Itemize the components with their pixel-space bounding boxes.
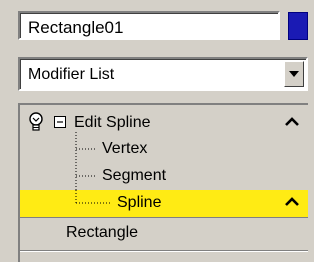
dropdown-arrow-button[interactable] (284, 61, 304, 87)
vertex-label: Vertex (102, 140, 148, 157)
modifier-list-dropdown[interactable]: Modifier List (18, 57, 308, 91)
down-arrow-icon (289, 71, 299, 77)
object-name-field[interactable]: Rectangle01 (18, 11, 280, 40)
segment-label: Segment (102, 167, 167, 184)
tree-branch-spline (75, 190, 112, 204)
stack-separator (20, 217, 308, 218)
stack-item-segment[interactable]: Segment (20, 163, 308, 190)
stack-item-rectangle[interactable]: Rectangle (20, 220, 308, 247)
rectangle-label: Rectangle (66, 224, 139, 241)
command-panel: Rectangle01 Modifier List Edit Spline Ve… (0, 0, 314, 262)
modifier-list-label: Modifier List (28, 66, 115, 83)
chevron-up-icon[interactable] (284, 116, 300, 127)
modifier-stack: Edit Spline Vertex Segment Spline Rectan… (18, 103, 308, 262)
object-name-text: Rectangle01 (28, 18, 124, 37)
stack-item-vertex[interactable]: Vertex (20, 136, 308, 163)
stack-bottom-highlight (20, 251, 308, 252)
chevron-up-icon[interactable] (284, 196, 300, 207)
object-color-swatch[interactable] (288, 12, 308, 40)
